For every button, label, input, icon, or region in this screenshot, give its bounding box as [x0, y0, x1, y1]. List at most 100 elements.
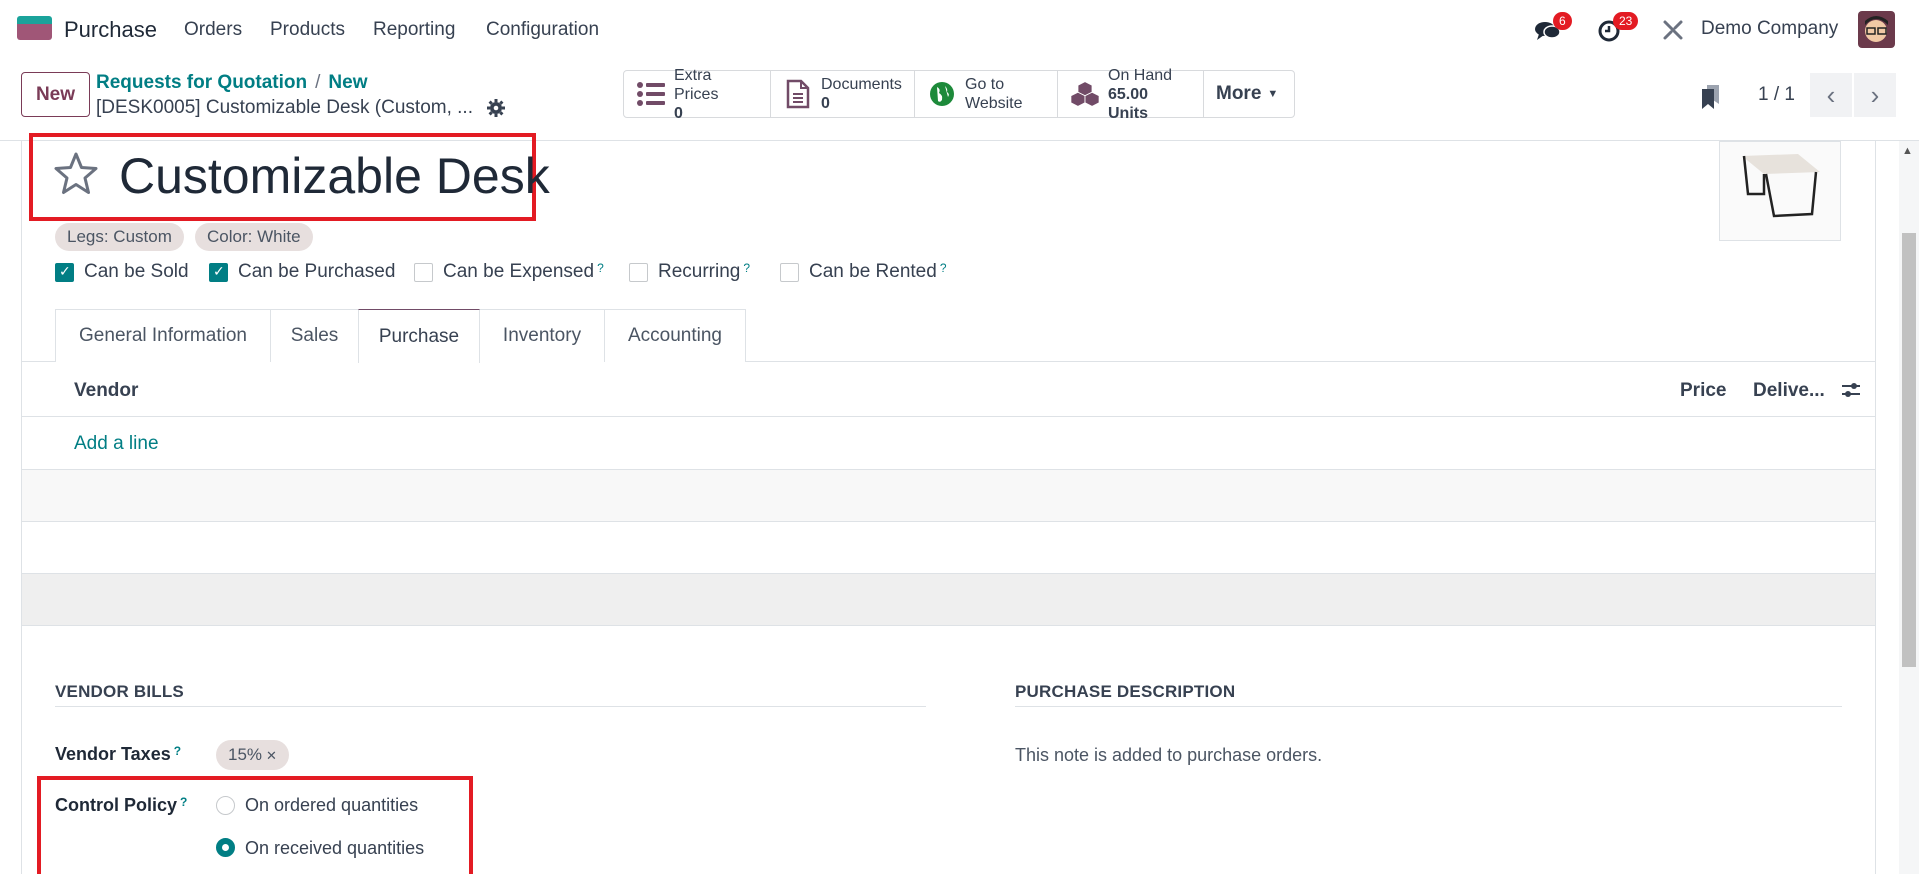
empty-row: [22, 470, 1875, 521]
purchase-app-icon[interactable]: [17, 16, 52, 40]
scrollbar-thumb[interactable]: [1902, 233, 1916, 667]
extra-prices-value: 0: [674, 104, 683, 122]
go-to-label: Go to: [965, 76, 1005, 93]
column-price[interactable]: Price: [1680, 380, 1726, 402]
can-be-rented-label[interactable]: Can be Rented?: [809, 261, 947, 283]
list-icon: [636, 79, 666, 109]
record-name: [DESK0005] Customizable Desk (Custom, ..…: [96, 97, 473, 118]
can-be-expensed-text: Can be Expensed: [443, 261, 595, 282]
app-name[interactable]: Purchase: [64, 17, 157, 43]
can-be-expensed-label[interactable]: Can be Expensed?: [443, 261, 604, 283]
globe-icon: [927, 79, 957, 109]
chevron-right-icon: ›: [1870, 79, 1880, 110]
add-a-line-link[interactable]: Add a line: [74, 433, 159, 455]
control-policy-label: Control Policy?: [55, 795, 187, 816]
menu-products[interactable]: Products: [270, 19, 345, 41]
vendor-bills-divider: [55, 706, 926, 707]
column-delivery[interactable]: Delive...: [1753, 380, 1825, 402]
bookmark-icon[interactable]: [1700, 84, 1722, 110]
can-be-purchased-label[interactable]: Can be Purchased: [238, 261, 395, 283]
vendor-tax-value: 15%: [228, 745, 263, 764]
purchase-description-title: PURCHASE DESCRIPTION: [1015, 682, 1236, 701]
tab-sales[interactable]: Sales: [270, 309, 359, 362]
website-label: Website: [965, 95, 1023, 112]
purchase-description-divider: [1015, 706, 1842, 707]
breadcrumb-separator: /: [315, 72, 321, 93]
help-icon[interactable]: ?: [743, 261, 750, 275]
radio-received-quantities[interactable]: [216, 838, 235, 857]
recurring-text: Recurring: [658, 261, 741, 282]
scroll-up-arrow[interactable]: ▲: [1902, 145, 1913, 157]
on-hand-button[interactable]: On Hand 65.00 Units: [1058, 67, 1204, 122]
pager-value[interactable]: 1 / 1: [1758, 84, 1795, 106]
top-navbar: Purchase Orders Products Reporting Confi…: [0, 0, 1919, 58]
menu-orders[interactable]: Orders: [184, 19, 242, 41]
vendor-taxes-label: Vendor Taxes?: [55, 744, 181, 765]
tools-icon: [1663, 20, 1683, 40]
user-avatar[interactable]: [1858, 11, 1895, 48]
row-divider: [22, 521, 1875, 522]
documents-label: Documents: [821, 76, 902, 93]
messages-badge: 6: [1553, 12, 1572, 30]
purchase-description-field[interactable]: This note is added to purchase orders.: [1015, 745, 1322, 766]
documents-button[interactable]: Documents 0: [771, 71, 915, 117]
received-quantities-label[interactable]: On received quantities: [245, 838, 424, 859]
remove-tag-icon[interactable]: ✕: [266, 748, 277, 763]
more-dropdown[interactable]: More ▼: [1204, 71, 1294, 117]
smart-buttons: Extra Prices 0 Documents 0 Go to Website On…: [623, 67, 1295, 122]
breadcrumb: Requests for Quotation / New: [96, 72, 367, 94]
help-icon[interactable]: ?: [180, 795, 187, 809]
actions-gear-button[interactable]: [486, 98, 506, 118]
company-switcher[interactable]: Demo Company: [1701, 18, 1838, 40]
list-footer: [22, 574, 1875, 625]
tab-purchase[interactable]: Purchase: [358, 309, 480, 363]
pager-next-button[interactable]: ›: [1854, 73, 1896, 117]
desk-image-icon: [1742, 154, 1820, 218]
vendor-bills-title: VENDOR BILLS: [55, 682, 184, 701]
ordered-quantities-label[interactable]: On ordered quantities: [245, 795, 418, 816]
breadcrumb-rfq[interactable]: Requests for Quotation: [96, 72, 307, 93]
debug-tools-button[interactable]: [1659, 16, 1687, 44]
favorite-star-button[interactable]: [52, 150, 100, 198]
product-name[interactable]: Customizable Desk: [119, 147, 550, 205]
gear-icon: [487, 99, 505, 117]
can-be-expensed-checkbox[interactable]: [414, 263, 433, 282]
menu-reporting[interactable]: Reporting: [373, 19, 455, 41]
sliders-icon: [1842, 383, 1860, 397]
breadcrumb-new[interactable]: New: [328, 72, 367, 93]
star-icon: [54, 152, 98, 194]
column-vendor[interactable]: Vendor: [74, 380, 138, 402]
attribute-tag-legs: Legs: Custom: [55, 223, 184, 251]
go-to-website-button[interactable]: Go to Website: [915, 71, 1058, 117]
on-hand-value: 65.00 Units: [1108, 85, 1149, 122]
activities-badge: 23: [1613, 12, 1639, 30]
new-button[interactable]: New: [21, 72, 90, 117]
product-image[interactable]: [1719, 141, 1841, 241]
control-policy-text: Control Policy: [55, 795, 178, 815]
vendor-tax-tag[interactable]: 15% ✕: [216, 740, 289, 770]
tab-accounting[interactable]: Accounting: [604, 309, 746, 362]
extra-prices-button[interactable]: Extra Prices 0: [624, 67, 771, 122]
help-icon[interactable]: ?: [597, 261, 604, 275]
menu-configuration[interactable]: Configuration: [486, 19, 599, 41]
document-icon: [783, 79, 813, 109]
pager-previous-button[interactable]: ‹: [1810, 73, 1852, 117]
help-icon[interactable]: ?: [174, 744, 181, 758]
vendor-list-header: [22, 362, 1875, 417]
optional-columns-toggle[interactable]: [1840, 379, 1862, 401]
tab-inventory[interactable]: Inventory: [479, 309, 605, 362]
tab-general-information[interactable]: General Information: [55, 309, 271, 362]
attribute-tag-color: Color: White: [195, 223, 313, 251]
can-be-purchased-checkbox[interactable]: [209, 263, 228, 282]
recurring-checkbox[interactable]: [629, 263, 648, 282]
help-icon[interactable]: ?: [940, 261, 947, 275]
radio-ordered-quantities[interactable]: [216, 796, 235, 815]
can-be-rented-text: Can be Rented: [809, 261, 937, 282]
can-be-sold-checkbox[interactable]: [55, 263, 74, 282]
recurring-label[interactable]: Recurring?: [658, 261, 750, 283]
can-be-rented-checkbox[interactable]: [780, 263, 799, 282]
caret-down-icon: ▼: [1267, 88, 1279, 100]
can-be-sold-label[interactable]: Can be Sold: [84, 261, 189, 283]
extra-prices-label: Extra Prices: [674, 66, 719, 103]
chevron-left-icon: ‹: [1826, 79, 1836, 110]
